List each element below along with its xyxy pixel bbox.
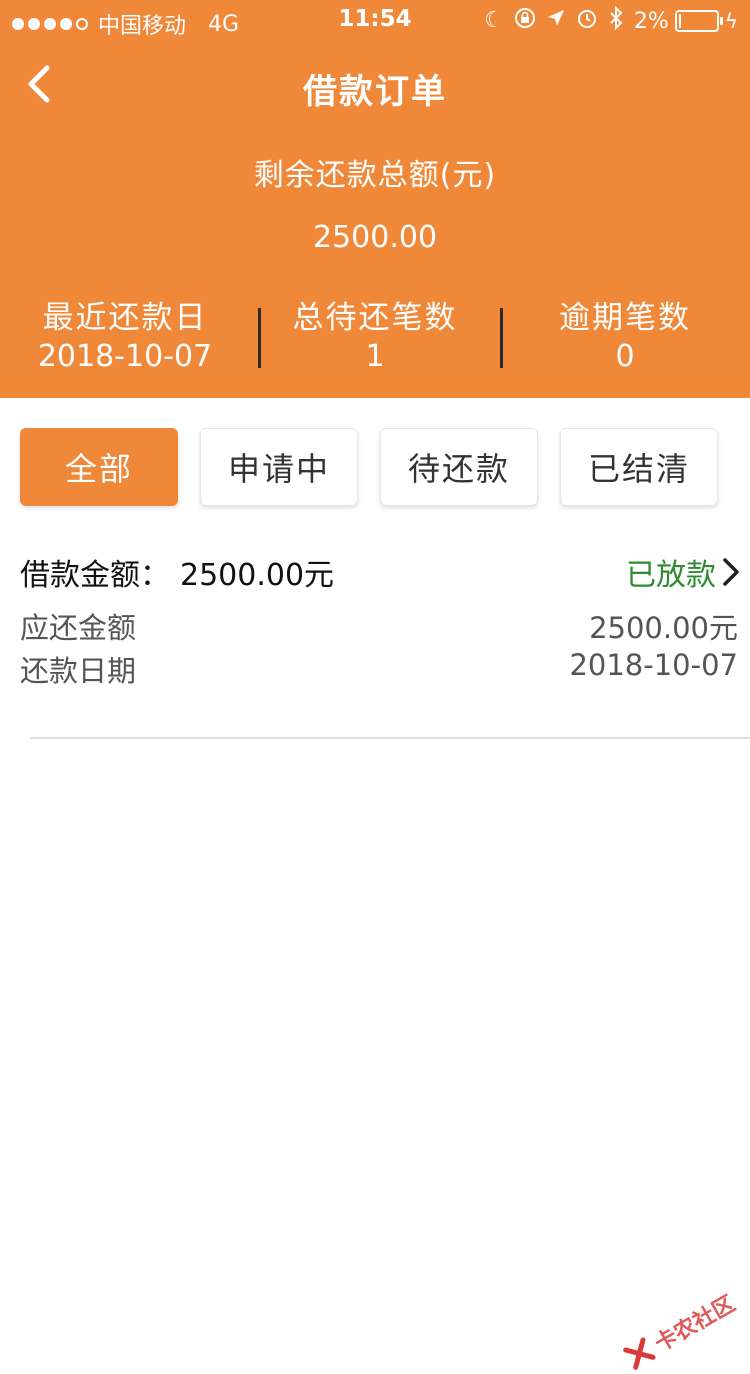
alarm-icon	[576, 7, 598, 35]
bluetooth-icon	[608, 5, 624, 36]
stat-overdue-count: 逾期笔数 0	[500, 298, 750, 378]
stat-value: 2018-10-07	[37, 339, 213, 374]
status-right: ☾ 2% ϟ	[484, 5, 738, 36]
moon-icon: ☾	[484, 8, 504, 33]
page-title: 借款订单	[303, 72, 447, 112]
due-amount-value: 2500.00元	[589, 611, 738, 645]
order-divider	[30, 737, 750, 739]
loan-amount-label: 借款金额：	[20, 558, 170, 593]
loan-amount-value: 2500.00元	[180, 558, 335, 593]
watermark: 卡农社区	[620, 1286, 740, 1374]
order-status: 已放款	[626, 558, 716, 593]
watermark-logo-icon	[623, 1337, 656, 1370]
stat-value: 1	[365, 339, 385, 374]
stat-label: 最近还款日	[42, 300, 208, 336]
watermark-text: 卡农社区	[650, 1291, 740, 1358]
due-amount-row: 应还金额 2500.00元	[20, 605, 738, 645]
battery-percent: 2%	[633, 8, 669, 34]
due-date-row: 还款日期 2018-10-07	[20, 648, 738, 688]
tab-all[interactable]: 全部	[20, 428, 178, 506]
stat-divider	[500, 308, 503, 368]
battery-indicator: 2% ϟ	[634, 9, 738, 34]
battery-icon	[674, 10, 723, 32]
due-amount-label: 应还金额	[20, 611, 137, 645]
chevron-right-icon	[723, 558, 739, 586]
stat-value: 0	[615, 339, 635, 374]
order-filter-tabs: 全部 申请中 待还款 已结清	[20, 428, 730, 508]
stat-label: 总待还笔数	[292, 300, 458, 336]
rotation-lock-icon	[514, 7, 536, 35]
due-date-label: 还款日期	[20, 654, 137, 688]
tab-settled[interactable]: 已结清	[560, 428, 718, 506]
location-icon	[546, 8, 566, 34]
stat-pending-count: 总待还笔数 1	[250, 298, 500, 378]
order-status-link[interactable]: 已放款	[626, 550, 740, 594]
stat-label: 逾期笔数	[559, 300, 691, 336]
nav-bar: 借款订单	[0, 40, 750, 130]
due-date-value: 2018-10-07	[569, 648, 738, 682]
status-bar: 中国移动 4G 11:54 ☾ 2% ϟ	[0, 0, 750, 40]
remaining-total-amount: 2500.00	[312, 220, 438, 255]
summary-stats: 最近还款日 2018-10-07 总待还笔数 1 逾期笔数 0	[0, 298, 750, 378]
loan-amount-row: 借款金额： 2500.00元 已放款	[20, 550, 740, 600]
remaining-total-label: 剩余还款总额(元)	[253, 158, 497, 193]
tab-applying[interactable]: 申请中	[200, 428, 358, 506]
tab-pending-repayment[interactable]: 待还款	[380, 428, 538, 506]
stat-latest-repay-date: 最近还款日 2018-10-07	[0, 298, 250, 378]
charging-icon: ϟ	[724, 9, 738, 33]
stat-divider	[258, 308, 261, 368]
